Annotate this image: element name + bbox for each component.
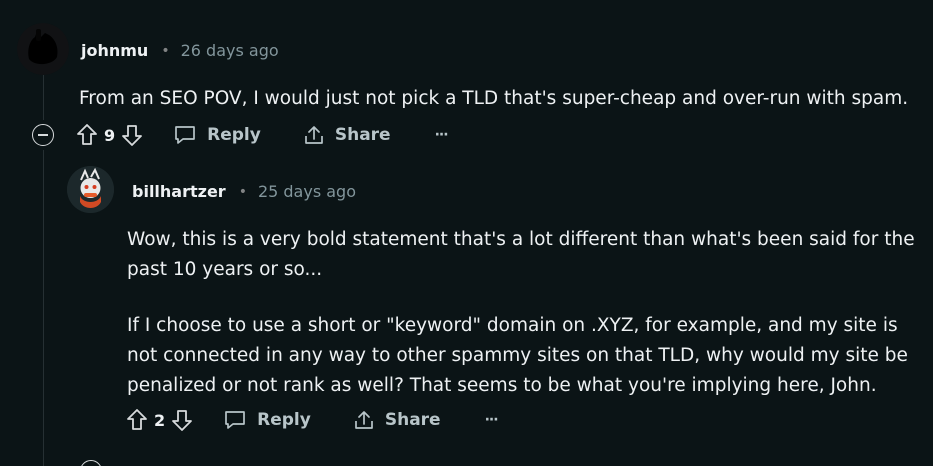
comment-body-line: If I choose to use a short or "keyword" … (127, 315, 898, 336)
upvote-icon[interactable] (126, 408, 148, 432)
comment-meta: johnmu • 26 days ago (81, 41, 279, 60)
collapse-thread-button[interactable] (32, 124, 54, 146)
downvote-icon[interactable] (171, 408, 193, 432)
comment-bubble-icon (223, 409, 247, 431)
comment-body-line: past 10 years or so... (127, 259, 323, 280)
vote-count: 2 (154, 410, 166, 430)
share-label: Share (334, 125, 391, 145)
reply-button[interactable]: Reply (223, 409, 311, 431)
comment-actions: 9 Reply Share ··· (76, 118, 449, 152)
reply-button[interactable]: Reply (173, 124, 261, 146)
comment-body-line: not connected in any way to other spammy… (127, 345, 908, 366)
comment-body-line: Wow, this is a very bold statement that'… (127, 229, 915, 250)
avatar[interactable] (17, 23, 69, 75)
timestamp[interactable]: 25 days ago (258, 182, 356, 201)
reply-label: Reply (207, 125, 261, 145)
comment-bubble-icon (173, 124, 197, 146)
reply-label: Reply (257, 410, 311, 430)
share-icon (353, 409, 375, 431)
thread-line-root[interactable] (43, 70, 44, 120)
username[interactable]: johnmu (81, 41, 148, 60)
timestamp[interactable]: 26 days ago (181, 41, 279, 60)
collapse-thread-button[interactable] (80, 460, 102, 466)
snoo-avatar-icon (67, 166, 114, 213)
more-options-button[interactable]: ··· (435, 127, 449, 143)
username[interactable]: billhartzer (132, 182, 226, 201)
share-label: Share (384, 410, 441, 430)
comment-thread: johnmu • 26 days ago From an SEO POV, I … (0, 0, 933, 466)
comment-meta: billhartzer • 25 days ago (132, 182, 356, 201)
vote-count: 9 (104, 125, 116, 145)
share-button[interactable]: Share (353, 409, 441, 431)
comment-body: From an SEO POV, I would just not pick a… (79, 84, 908, 114)
downvote-icon[interactable] (121, 123, 143, 147)
share-button[interactable]: Share (303, 124, 391, 146)
avatar[interactable] (67, 166, 114, 213)
thread-line-root-lower[interactable] (43, 150, 44, 466)
avatar-silhouette-icon (17, 23, 69, 75)
comment-body: Wow, this is a very bold statement that'… (127, 225, 915, 401)
upvote-icon[interactable] (76, 123, 98, 147)
comment-body-line: penalized or not rank as well? That seem… (127, 375, 877, 396)
meta-separator: • (161, 42, 170, 59)
share-icon (303, 124, 325, 146)
comment-actions: 2 Reply Share ··· (126, 403, 499, 437)
comment-body-line: From an SEO POV, I would just not pick a… (79, 88, 909, 109)
meta-separator: • (238, 183, 247, 200)
more-options-button[interactable]: ··· (485, 412, 499, 428)
